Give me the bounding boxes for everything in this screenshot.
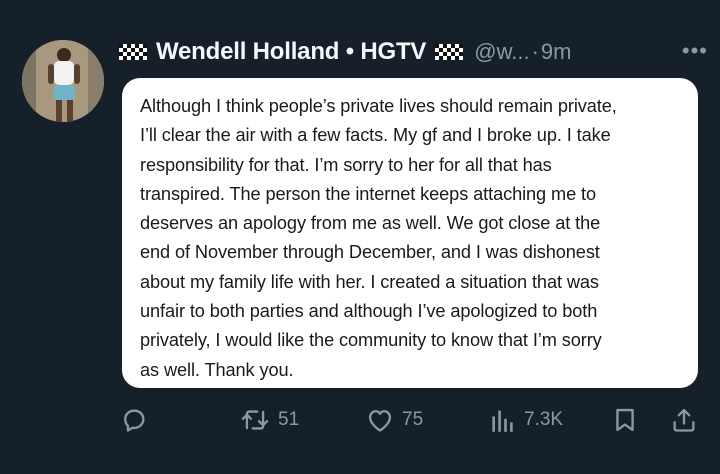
avatar[interactable] — [22, 40, 104, 122]
views-button[interactable]: 7.3K — [490, 400, 563, 440]
tweet-timestamp[interactable]: 9m — [541, 39, 572, 65]
tweet-header: Wendell Holland • HGTV @w... · 9m — [118, 34, 708, 70]
like-button[interactable]: 75 — [366, 400, 423, 440]
tweet-text-card: Although I think people’s private lives … — [122, 78, 698, 388]
tweet-actions-bar: 51 75 7.3K — [0, 400, 720, 440]
bookmark-icon — [616, 408, 634, 432]
bookmark-button[interactable] — [612, 400, 638, 440]
heart-icon — [368, 410, 392, 432]
author-handle[interactable]: @w... — [474, 39, 529, 65]
retweet-icon — [241, 410, 269, 430]
author-name[interactable]: Wendell Holland • HGTV — [156, 38, 426, 66]
reply-button[interactable] — [120, 400, 156, 440]
more-icon: ••• — [681, 38, 708, 63]
views-count: 7.3K — [524, 409, 564, 430]
tweet-text: Although I think people’s private lives … — [140, 96, 617, 380]
more-options-button[interactable]: ••• — [682, 36, 708, 66]
like-count: 75 — [402, 409, 424, 430]
tweet: Wendell Holland • HGTV @w... · 9m ••• Al… — [0, 0, 720, 474]
retweet-button[interactable]: 51 — [240, 400, 299, 440]
reply-icon — [124, 409, 145, 432]
checkered-flag-icon — [435, 44, 464, 60]
retweet-count: 51 — [278, 409, 300, 430]
share-button[interactable] — [670, 400, 698, 440]
header-separator: · — [531, 39, 539, 64]
share-icon — [673, 408, 695, 432]
checkered-flag-icon — [119, 44, 147, 60]
views-bar-icon — [492, 410, 513, 432]
